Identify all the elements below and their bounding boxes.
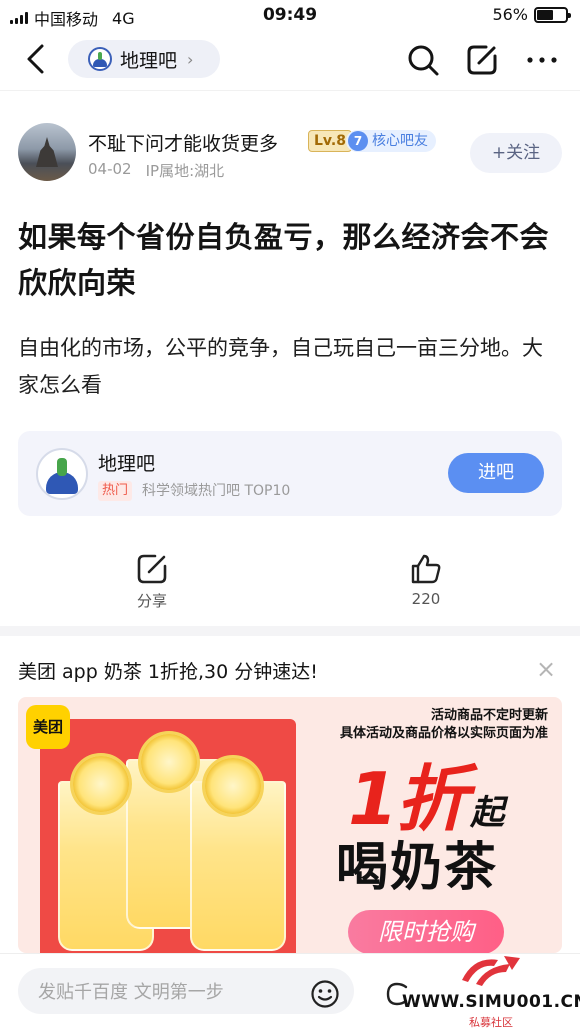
ad-headline: 喝奶茶 bbox=[336, 838, 499, 898]
ip-location: IP属地:湖北 bbox=[145, 162, 225, 180]
status-right: 56% bbox=[492, 5, 571, 24]
watermark-url: WWW.SIMU001.CN bbox=[402, 992, 580, 1012]
ad-product-panel bbox=[40, 719, 296, 953]
post-date: 04-02 bbox=[88, 160, 132, 178]
core-member-badge: 7 核心吧友 bbox=[346, 130, 436, 152]
search-icon[interactable] bbox=[405, 42, 441, 78]
forum-card-name: 地理吧 bbox=[98, 453, 156, 475]
ad-notice-line1: 活动商品不定时更新 bbox=[430, 708, 548, 723]
site-watermark: WWW.SIMU001.CN 私募社区 bbox=[402, 950, 580, 1031]
battery-icon bbox=[534, 6, 571, 23]
share-label: 分享 bbox=[136, 592, 167, 610]
core-member-label: 核心吧友 bbox=[372, 133, 428, 149]
author-name[interactable]: 不耻下问才能收货更多 bbox=[88, 129, 278, 156]
share-icon bbox=[137, 554, 167, 584]
diamond-icon: 7 bbox=[348, 131, 368, 151]
like-button[interactable]: 220 bbox=[386, 552, 466, 608]
watermark-logo-icon bbox=[462, 956, 520, 986]
edit-icon[interactable] bbox=[464, 42, 500, 78]
section-divider bbox=[0, 626, 580, 636]
emoji-icon[interactable] bbox=[310, 979, 340, 1009]
forum-pill-name: 地理吧 bbox=[120, 49, 178, 72]
status-bar: 中国移动 4G 09:49 56% bbox=[0, 0, 580, 30]
lemon-slice bbox=[138, 731, 200, 793]
share-button[interactable]: 分享 bbox=[112, 552, 192, 611]
top-nav-bar: 地理吧 › bbox=[0, 30, 580, 90]
follow-button[interactable]: +关注 bbox=[470, 133, 562, 173]
thumbs-up-icon bbox=[411, 554, 441, 584]
forum-pill-button[interactable]: 地理吧 › bbox=[68, 40, 220, 78]
meituan-logo: 美团 bbox=[26, 705, 70, 749]
watermark-subtitle: 私募社区 bbox=[469, 1016, 513, 1029]
avatar[interactable] bbox=[18, 123, 76, 181]
ad-notice: 活动商品不定时更新 具体活动及商品价格以实际页面为准 bbox=[340, 707, 548, 743]
reply-input[interactable]: 发贴千百度 文明第一步 bbox=[18, 968, 354, 1014]
forum-logo-icon bbox=[88, 47, 112, 71]
more-icon[interactable] bbox=[524, 42, 560, 78]
hot-tag: 热门 bbox=[98, 481, 133, 501]
back-icon[interactable] bbox=[22, 42, 52, 76]
post-title: 如果每个省份自负盈亏，那么经济会不会欣欣向荣 bbox=[18, 220, 550, 300]
close-icon[interactable]: × bbox=[534, 657, 558, 681]
post-body: 自由化的市场，公平的竞争，自己玩自己一亩三分地。大家怎么看 bbox=[18, 336, 543, 397]
like-count: 220 bbox=[411, 590, 441, 608]
chevron-right-icon: › bbox=[187, 49, 194, 69]
lemon-slice bbox=[202, 755, 264, 817]
forum-card[interactable]: 地理吧 热门 科学领域热门吧 TOP10 进吧 bbox=[18, 431, 562, 516]
ad-discount-value: 1折 bbox=[348, 757, 468, 841]
ad-title[interactable]: 美团 app 奶茶 1折抢,30 分钟速达! bbox=[18, 657, 318, 684]
lemon-slice bbox=[70, 753, 132, 815]
ad-notice-line2: 具体活动及商品价格以实际页面为准 bbox=[339, 726, 548, 741]
nav-divider bbox=[0, 90, 580, 91]
post-meta: 04-02 IP属地:湖北 bbox=[88, 160, 224, 181]
forum-logo-icon bbox=[36, 448, 88, 500]
ad-discount-suffix: 起 bbox=[470, 793, 504, 833]
battery-percent: 56% bbox=[492, 5, 528, 24]
enter-forum-button[interactable]: 进吧 bbox=[448, 453, 544, 493]
forum-card-description: 科学领域热门吧 TOP10 bbox=[142, 483, 291, 499]
ad-banner[interactable]: 美团 活动商品不定时更新 具体活动及商品价格以实际页面为准 1折起 喝奶茶 限时… bbox=[18, 697, 562, 953]
ad-cta-button[interactable]: 限时抢购 bbox=[348, 910, 504, 953]
